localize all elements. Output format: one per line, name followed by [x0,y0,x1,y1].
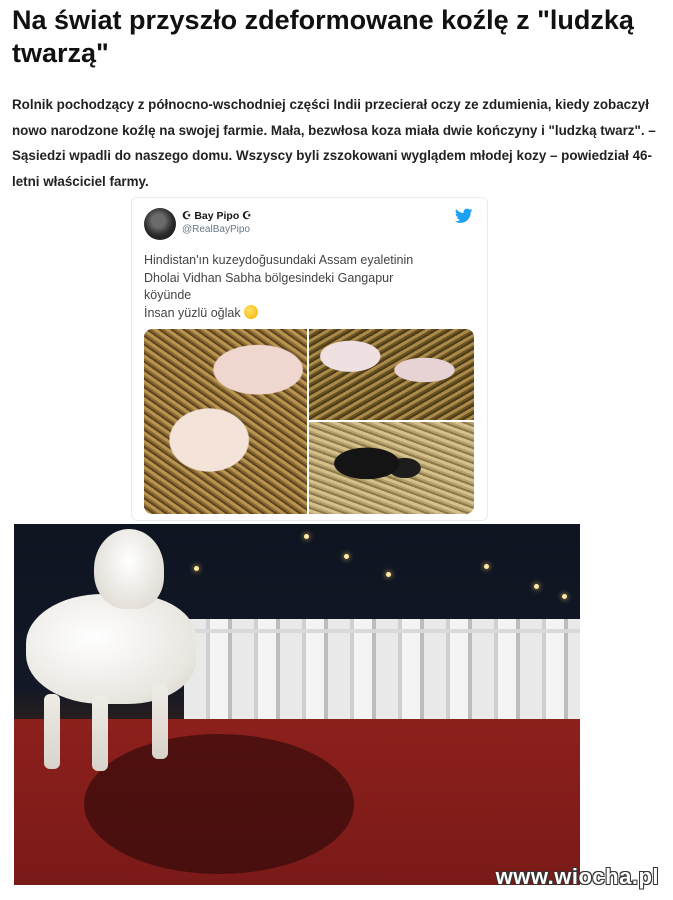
embedded-tweet[interactable]: ☪︎ Bay Pipo ☪︎ @RealBayPipo Hindistan'ın… [131,197,488,521]
article-headline: Na świat przyszło zdeformowane koźlę z "… [12,5,634,68]
goat-head [94,529,164,609]
stadium-light [562,594,567,599]
tweet-handle[interactable]: @RealBayPipo [182,224,250,235]
goat-shadow [84,734,354,874]
stadium-light [386,572,391,577]
twitter-bird-icon[interactable] [455,208,473,224]
tweet-text-line: Dholai Vidhan Sabha bölgesindeki Gangapu… [144,270,394,285]
tweet-image-hairless-kid-straw[interactable] [309,329,474,420]
goat-show-photo [14,524,580,885]
tweet-text-line: İnsan yüzlü oğlak [144,304,474,323]
thinking-face-emoji [243,304,258,319]
stadium-light [484,564,489,569]
tweet-media-grid[interactable] [144,329,474,514]
site-watermark: www.wiocha.pl [495,864,659,889]
white-goat [26,594,196,704]
tweet-image-black-goat[interactable] [309,422,474,514]
goat-leg [92,696,108,771]
tweet-image-hairless-kid-closeup[interactable] [144,329,307,514]
stadium-light [194,566,199,571]
stadium-light [304,534,309,539]
tweet-text-line: Hindistan'ın kuzeydoğusundaki Assam eyal… [144,253,414,267]
goat-leg [44,694,60,769]
article-lead: Rolnik pochodzący z północno-wschodniej … [12,97,656,189]
stadium-light [344,554,349,559]
avatar[interactable] [144,208,176,240]
tweet-text-line: köyünde [144,288,192,302]
tweet-text: Hindistan'ın kuzeydoğusundaki Assam eyal… [144,252,474,322]
tweet-display-name[interactable]: ☪︎ Bay Pipo ☪︎ [182,210,252,222]
fence-rail [184,629,580,633]
stadium-light [534,584,539,589]
goat-leg [152,684,168,759]
